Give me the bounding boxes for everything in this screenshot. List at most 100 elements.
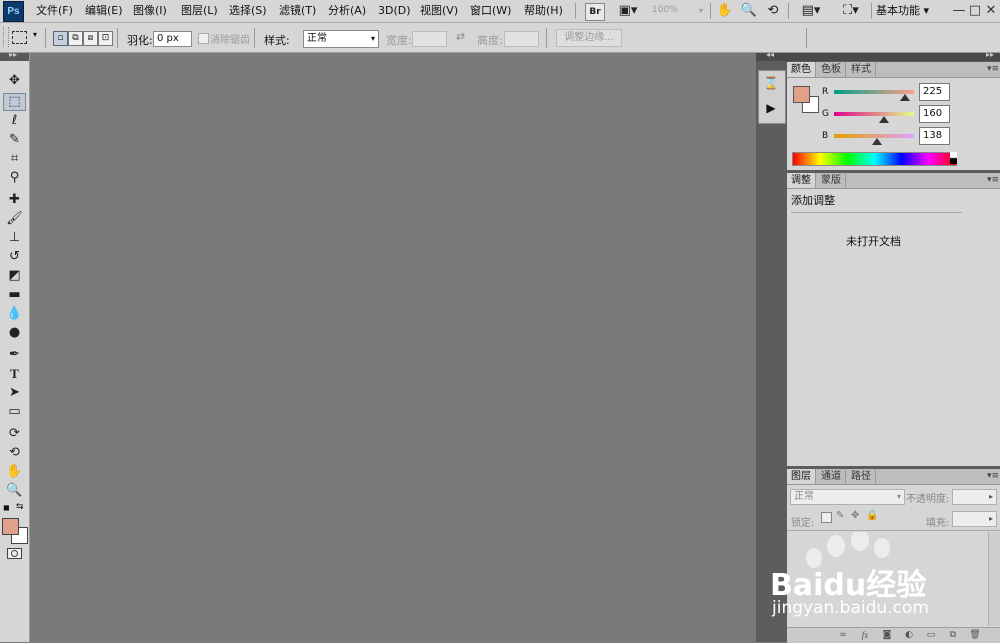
hand-tool-icon[interactable]: ✋ — [3, 463, 26, 481]
zoom-icon[interactable]: 🔍 — [740, 2, 758, 20]
chevron-down-icon[interactable]: ▾ — [695, 2, 707, 20]
options-bar-grip[interactable] — [3, 27, 9, 47]
rectangle-tool-icon[interactable]: ▭ — [3, 403, 26, 421]
red-slider-thumb[interactable] — [900, 94, 910, 101]
green-value-input[interactable]: 160 — [919, 105, 950, 123]
panel-menu-icon[interactable]: ▾≡ — [987, 469, 999, 484]
opacity-input[interactable]: ▸ — [952, 489, 997, 505]
fill-input[interactable]: ▸ — [952, 511, 997, 527]
blue-value-input[interactable]: 138 — [919, 127, 950, 145]
clone-stamp-tool-icon[interactable]: ⊥ — [3, 229, 26, 247]
tab-paths[interactable]: 路径 — [847, 469, 876, 484]
red-value-input[interactable]: 225 — [919, 83, 950, 101]
lock-position-icon[interactable]: ✥ — [851, 510, 859, 521]
menu-3d[interactable]: 3D(D) — [378, 0, 411, 22]
zoom-tool-icon[interactable]: 🔍 — [3, 482, 26, 500]
tab-masks[interactable]: 蒙版 — [817, 173, 846, 188]
panel-menu-icon[interactable]: ▾≡ — [987, 62, 999, 77]
brush-tool-icon[interactable]: 🖌 — [3, 210, 26, 228]
intersect-selection-icon[interactable]: ⊡ — [98, 31, 113, 46]
eyedropper-tool-icon[interactable]: ⚲ — [3, 169, 26, 187]
lock-all-icon[interactable]: 🔒 — [866, 510, 878, 521]
quick-selection-tool-icon[interactable]: ✎ — [3, 131, 26, 149]
add-mask-icon[interactable]: ◙ — [879, 628, 895, 643]
refine-edge-button[interactable]: 调整边缘... — [556, 29, 622, 47]
menu-help[interactable]: 帮助(H) — [524, 0, 563, 22]
3d-rotate-tool-icon[interactable]: ⟳ — [3, 425, 26, 443]
delete-layer-icon[interactable]: 🗑 — [967, 628, 983, 643]
black-white-ramp[interactable] — [950, 152, 957, 164]
bridge-icon[interactable]: Br — [585, 3, 605, 21]
blur-tool-icon[interactable]: 💧 — [3, 305, 26, 323]
menu-filter[interactable]: 滤镜(T) — [279, 0, 316, 22]
menu-window[interactable]: 窗口(W) — [470, 0, 511, 22]
green-slider-thumb[interactable] — [879, 116, 889, 123]
hand-icon[interactable]: ✋ — [716, 2, 734, 20]
blend-mode-select[interactable]: 正常 ▾ — [790, 489, 905, 505]
dock-header[interactable]: ◂◂ — [756, 50, 786, 61]
menu-edit[interactable]: 编辑(E) — [85, 0, 123, 22]
adjustment-layer-icon[interactable]: ◐ — [901, 628, 917, 643]
workspace-switcher[interactable]: 基本功能 ▾ — [876, 0, 929, 22]
pen-tool-icon[interactable]: ✒ — [3, 346, 26, 364]
rotate-view-icon[interactable]: ⟲ — [764, 2, 782, 20]
close-button[interactable]: ✕ — [982, 2, 1000, 20]
height-input[interactable] — [504, 31, 539, 47]
foreground-color-swatch[interactable] — [2, 518, 19, 535]
menu-image[interactable]: 图像(I) — [133, 0, 167, 22]
layer-style-icon[interactable]: fx — [857, 628, 873, 643]
history-brush-tool-icon[interactable]: ↺ — [3, 248, 26, 266]
layers-scrollbar[interactable] — [988, 532, 1000, 626]
menu-view[interactable]: 视图(V) — [420, 0, 458, 22]
link-layers-icon[interactable]: ∞ — [835, 628, 851, 643]
gradient-tool-icon[interactable]: ▬ — [3, 286, 26, 304]
tab-styles[interactable]: 样式 — [847, 62, 876, 77]
menu-select[interactable]: 选择(S) — [229, 0, 267, 22]
color-spectrum-bar[interactable] — [792, 152, 957, 166]
style-select[interactable]: 正常 ▾ — [303, 30, 379, 48]
tab-layers[interactable]: 图层 — [787, 469, 816, 484]
lock-image-icon[interactable]: ✎ — [836, 510, 844, 521]
tab-swatches[interactable]: 色板 — [817, 62, 846, 77]
lock-transparency-icon[interactable] — [821, 512, 832, 523]
tab-channels[interactable]: 通道 — [817, 469, 846, 484]
blue-slider-thumb[interactable] — [872, 138, 882, 145]
green-slider[interactable] — [834, 112, 914, 116]
screen-mode-icon[interactable]: ▣▾ — [614, 2, 642, 20]
screen-mode-toggle-icon[interactable]: ⛶▾ — [836, 2, 866, 20]
zoom-level[interactable]: 100% — [652, 3, 696, 18]
tools-panel-header[interactable]: ▸▸ — [0, 50, 29, 61]
actions-panel-icon[interactable]: ▶ — [762, 99, 780, 117]
width-input[interactable] — [412, 31, 447, 47]
lasso-tool-icon[interactable]: ℓ — [3, 112, 26, 130]
panel-menu-icon[interactable]: ▾≡ — [987, 173, 999, 188]
healing-brush-tool-icon[interactable]: ✚ — [3, 191, 26, 209]
chevron-down-icon[interactable]: ▾ — [33, 30, 37, 39]
swap-dimensions-icon[interactable]: ⇄ — [456, 30, 465, 43]
history-panel-icon[interactable]: ⌛ — [762, 74, 780, 92]
dodge-tool-icon[interactable]: ● — [3, 324, 26, 342]
menu-analysis[interactable]: 分析(A) — [328, 0, 366, 22]
panels-header[interactable]: ▸▸ — [786, 50, 1000, 61]
marquee-tool-icon[interactable]: ⬚ — [3, 93, 26, 111]
subtract-selection-icon[interactable]: ⧈ — [83, 31, 98, 46]
quick-mask-icon[interactable] — [7, 548, 22, 559]
default-colors-icon[interactable]: ◼ — [3, 503, 10, 512]
menu-layer[interactable]: 图层(L) — [181, 0, 218, 22]
new-layer-icon[interactable]: ⧉ — [945, 628, 961, 643]
tab-adjustments[interactable]: 调整 — [787, 173, 816, 188]
feather-input[interactable]: 0 px — [153, 31, 192, 47]
add-selection-icon[interactable]: ⧉ — [68, 31, 83, 46]
move-tool-icon[interactable]: ✥ — [3, 72, 26, 90]
eraser-tool-icon[interactable]: ◩ — [3, 267, 26, 285]
swap-colors-icon[interactable]: ⇆ — [16, 502, 24, 512]
path-selection-tool-icon[interactable]: ➤ — [3, 384, 26, 402]
crop-tool-icon[interactable]: ⌗ — [3, 150, 26, 168]
new-group-icon[interactable]: ▭ — [923, 628, 939, 643]
arrange-documents-icon[interactable]: ▤▾ — [796, 2, 826, 20]
foreground-color-swatch[interactable] — [793, 86, 810, 103]
marquee-tool-preset-icon[interactable] — [12, 31, 27, 44]
type-tool-icon[interactable]: T — [3, 365, 26, 383]
tab-color[interactable]: 颜色 — [787, 62, 816, 77]
menu-file[interactable]: 文件(F) — [36, 0, 73, 22]
